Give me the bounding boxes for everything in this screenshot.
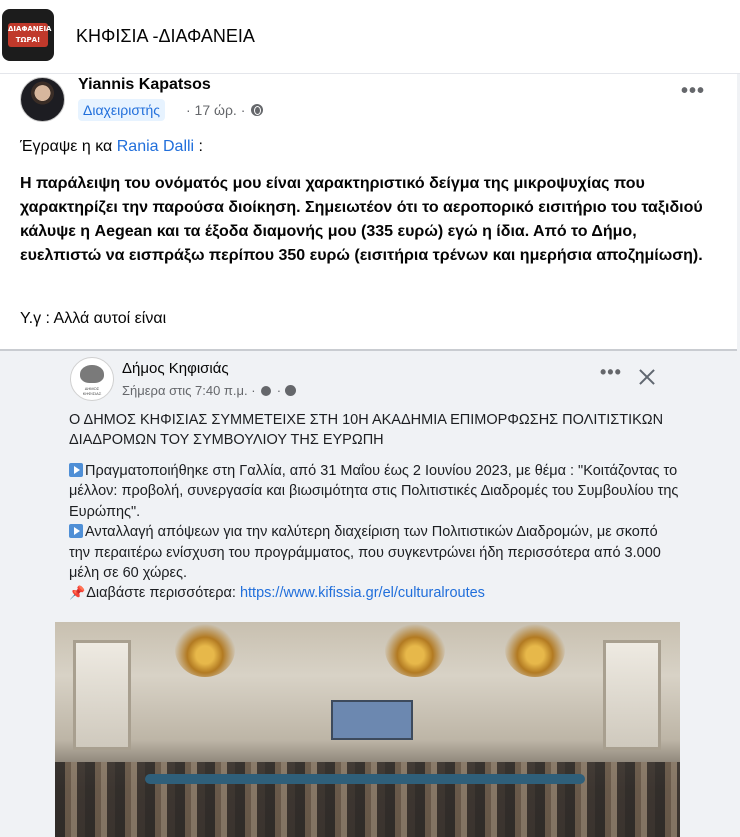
photo-conference-table [145,774,585,784]
more-options-icon[interactable]: ••• [681,81,709,104]
group-header: ΔΙΑΦΑΝΕΙΑ ΤΩΡΑ! ΚΗΦΙΣΙΑ -ΔΙΑΦΑΝΕΙΑ [0,0,740,74]
photo-window-right [603,640,661,750]
play-button-icon [69,524,83,539]
shared-area: ΔΗΜΟΣ ΚΗΦΙΣΙΑΣ Δήμος Κηφισιάς Σήμερα στι… [0,351,737,837]
post-timestamp[interactable]: · 17 ώρ. · [186,102,264,118]
post-card: Yiannis Kapatsos Διαχειριστής · 17 ώρ. ·… [0,74,737,350]
pushpin-icon: 📌 [69,585,86,601]
shared-para-1-text: Πραγματοποιήθηκε στη Γαλλία, από 31 Μαΐο… [69,463,679,520]
admin-badge: Διαχειριστής [78,99,166,121]
conference-photo[interactable] [55,622,680,837]
post-time-text[interactable]: · 17 ώρ. · [186,102,245,118]
play-button-icon [69,463,83,477]
author-avatar[interactable] [20,77,65,122]
intro-line: Έγραψε η κα Rania Dalli : [20,138,203,156]
photo-chandelier-center [385,622,445,677]
intro-prefix: Έγραψε η κα [20,138,117,155]
globe-icon [251,104,264,116]
shared-para-2-text: Ανταλλαγή απόψεων για την καλύτερη διαχε… [69,524,661,582]
post-ps-text: Υ.γ : Αλλά αυτοί είναι [20,310,167,327]
close-icon[interactable] [638,368,656,386]
shared-para-2: Ανταλλαγή απόψεων για την καλύτερη διαχε… [69,522,679,583]
group-logo[interactable]: ΔΙΑΦΑΝΕΙΑ ΤΩΡΑ! [2,9,54,61]
shared-post-card: ΔΗΜΟΣ ΚΗΦΙΣΙΑΣ Δήμος Κηφισιάς Σήμερα στι… [55,351,680,837]
page-time-text[interactable]: Σήμερα στις 7:40 π.μ. · [122,383,256,398]
photo-projection-screen [331,700,413,740]
globe-icon [284,385,296,396]
read-more-link[interactable]: https://www.kifissia.gr/el/culturalroute… [240,585,485,601]
post-bold-text: Η παράλειψη του ονόματός μου είναι χαρακ… [20,175,703,264]
page-name[interactable]: Δήμος Κηφισιάς [122,360,229,377]
more-options-icon[interactable]: ••• [600,363,622,381]
group-logo-text: ΔΙΑΦΑΝΕΙΑ ΤΩΡΑ! [8,23,51,47]
page-timestamp[interactable]: Σήμερα στις 7:40 π.μ. · · [122,383,296,398]
page-avatar-caption: ΔΗΜΟΣ ΚΗΦΙΣΙΑΣ [82,386,102,396]
intro-suffix: : [194,138,203,155]
read-more-label: Διαβάστε περισσότερα: [86,585,240,602]
read-more-line: 📌Διαβάστε περισσότερα: https://www.kifis… [69,583,679,603]
audience-icon [261,386,272,396]
photo-chandelier-left [175,622,235,677]
group-title[interactable]: ΚΗΦΙΣΙΑ -ΔΙΑΦΑΝΕΙΑ [76,26,255,47]
photo-window-left [73,640,131,750]
shared-heading: Ο ΔΗΜΟΣ ΚΗΦΙΣΙΑΣ ΣΥΜΜΕΤΕΙΧΕ ΣΤΗ 10Η ΑΚΑΔ… [69,412,664,448]
shared-body: Πραγματοποιήθηκε στη Γαλλία, από 31 Μαΐο… [69,461,679,604]
author-name[interactable]: Yiannis Kapatsos [78,76,211,94]
shared-para-1: Πραγματοποιήθηκε στη Γαλλία, από 31 Μαΐο… [69,461,679,522]
page-meta-separator: · [276,383,282,398]
page-avatar[interactable]: ΔΗΜΟΣ ΚΗΦΙΣΙΑΣ [70,357,114,401]
page-logo-emblem [80,365,104,383]
mention-link[interactable]: Rania Dalli [117,138,194,155]
photo-chandelier-right [505,622,565,677]
